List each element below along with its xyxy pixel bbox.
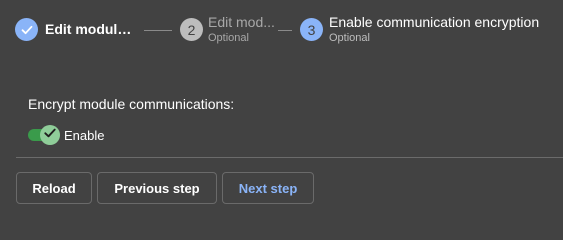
reload-button[interactable]: Reload	[16, 172, 92, 204]
step-edit-module-optional[interactable]: 2 Edit mod... Optional	[178, 0, 280, 58]
step-2-number-icon: 2	[180, 18, 203, 41]
step-edit-module-config[interactable]: Edit module c...	[0, 0, 140, 58]
encrypt-communications-label: Encrypt module communications:	[28, 96, 235, 112]
step-2-title: Edit mod...	[208, 14, 275, 30]
step-2-optional-label: Optional	[208, 32, 249, 44]
next-step-button[interactable]: Next step	[222, 172, 314, 204]
toggle-thumb	[40, 125, 60, 145]
step-2-number: 2	[187, 21, 196, 38]
step-3-number-icon: 3	[300, 18, 323, 41]
step-connector-1	[144, 30, 172, 31]
stepper: Edit module c... 2 Edit mod... Optional …	[0, 0, 563, 58]
step-1-check-icon	[15, 18, 38, 41]
previous-step-button[interactable]: Previous step	[97, 172, 217, 204]
step-1-title: Edit module c...	[45, 21, 137, 37]
actions-divider	[16, 157, 563, 158]
step-connector-2	[278, 30, 292, 31]
step-enable-communication-encryption[interactable]: 3 Enable communication encryption Option…	[298, 0, 563, 58]
step-3-optional-label: Optional	[329, 32, 370, 44]
enable-toggle-label: Enable	[64, 128, 105, 143]
step-3-number: 3	[307, 21, 316, 38]
step-3-title: Enable communication encryption	[329, 14, 540, 30]
check-icon	[43, 126, 57, 145]
enable-encryption-toggle[interactable]	[28, 124, 62, 146]
